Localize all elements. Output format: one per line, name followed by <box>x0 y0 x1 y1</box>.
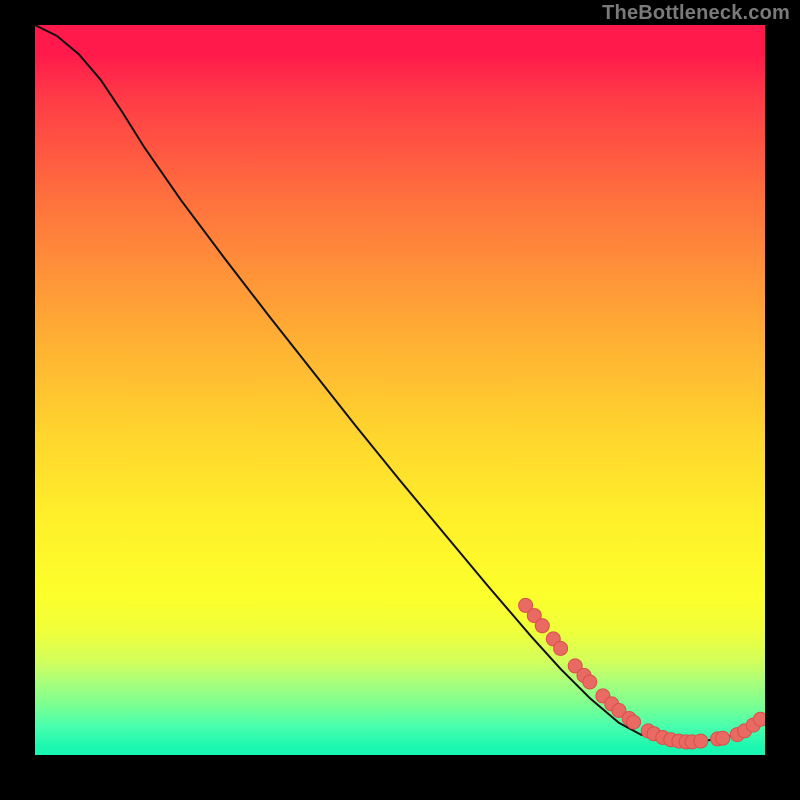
curve-marker <box>583 675 597 689</box>
bottleneck-curve <box>35 25 765 742</box>
curve-marker <box>554 641 568 655</box>
watermark-text: TheBottleneck.com <box>602 2 790 25</box>
curve-marker <box>535 619 549 633</box>
curve-markers <box>519 598 765 749</box>
curve-marker <box>716 731 730 745</box>
curve-marker <box>694 734 708 748</box>
plot-area <box>35 25 765 755</box>
curve-marker <box>627 715 641 729</box>
curve-marker <box>754 712 765 726</box>
chart-overlay <box>35 25 765 755</box>
chart-stage: TheBottleneck.com <box>0 0 800 800</box>
